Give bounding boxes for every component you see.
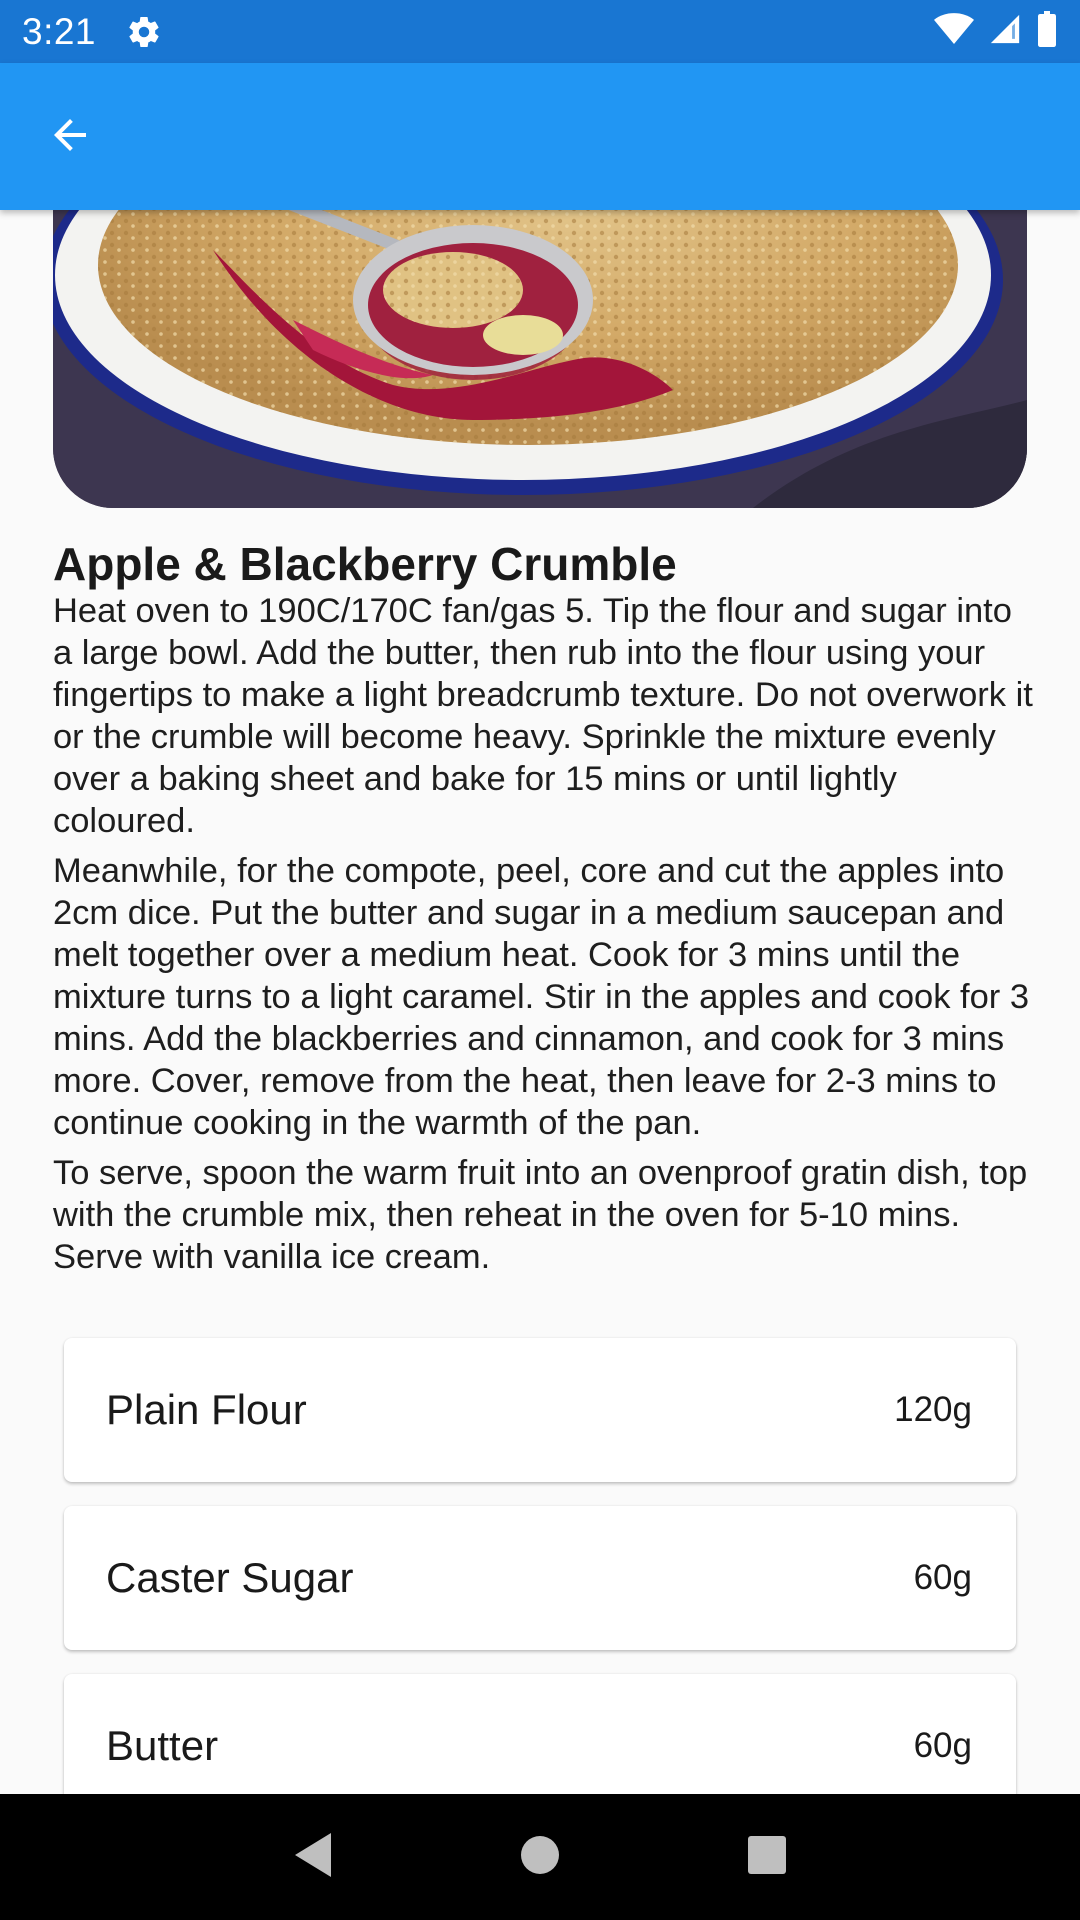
status-icons [934, 11, 1058, 52]
status-time: 3:21 [22, 10, 97, 52]
crumble-photo [53, 210, 1027, 508]
recipe-image [53, 210, 1027, 508]
back-button[interactable] [40, 107, 100, 167]
method-step: To serve, spoon the warm fruit into an o… [53, 1154, 1028, 1276]
back-triangle-icon [291, 1831, 335, 1884]
status-bar: 3:21 [0, 0, 1080, 63]
signal-icon [988, 12, 1022, 51]
ingredient-name: Butter [106, 1722, 219, 1769]
ingredient-quantity: 120g [894, 1390, 972, 1429]
recipe-title: Apple & Blackberry Crumble [53, 538, 677, 590]
ingredient-quantity: 60g [913, 1558, 972, 1597]
ingredient-name: Plain Flour [106, 1386, 307, 1433]
gear-icon [126, 14, 162, 50]
recipe-detail[interactable]: Apple & Blackberry Crumble Heat oven to … [0, 210, 1080, 1794]
ingredient-card[interactable]: Caster Sugar 60g [64, 1506, 1016, 1650]
method-step: Heat oven to 190C/170C fan/gas 5. Tip th… [53, 592, 1033, 840]
navigation-bar [0, 1794, 1080, 1920]
arrow-left-icon [46, 111, 94, 164]
recipe-method: Heat oven to 190C/170C fan/gas 5. Tip th… [53, 590, 1033, 1286]
ingredient-list: Plain Flour 120g Caster Sugar 60g Butter… [64, 1338, 1016, 1794]
app-bar [0, 63, 1080, 210]
wifi-icon [934, 12, 974, 51]
ingredient-quantity: 60g [913, 1726, 972, 1765]
battery-icon [1036, 11, 1058, 52]
ingredient-card[interactable]: Plain Flour 120g [64, 1338, 1016, 1482]
ingredient-name: Caster Sugar [106, 1554, 354, 1601]
nav-recents-button[interactable] [732, 1822, 802, 1892]
ingredient-card[interactable]: Butter 60g [64, 1674, 1016, 1794]
home-circle-icon [518, 1833, 562, 1882]
nav-back-button[interactable] [278, 1822, 348, 1892]
nav-home-button[interactable] [505, 1822, 575, 1892]
method-step: Meanwhile, for the compote, peel, core a… [53, 852, 1030, 1142]
recents-square-icon [746, 1834, 788, 1881]
